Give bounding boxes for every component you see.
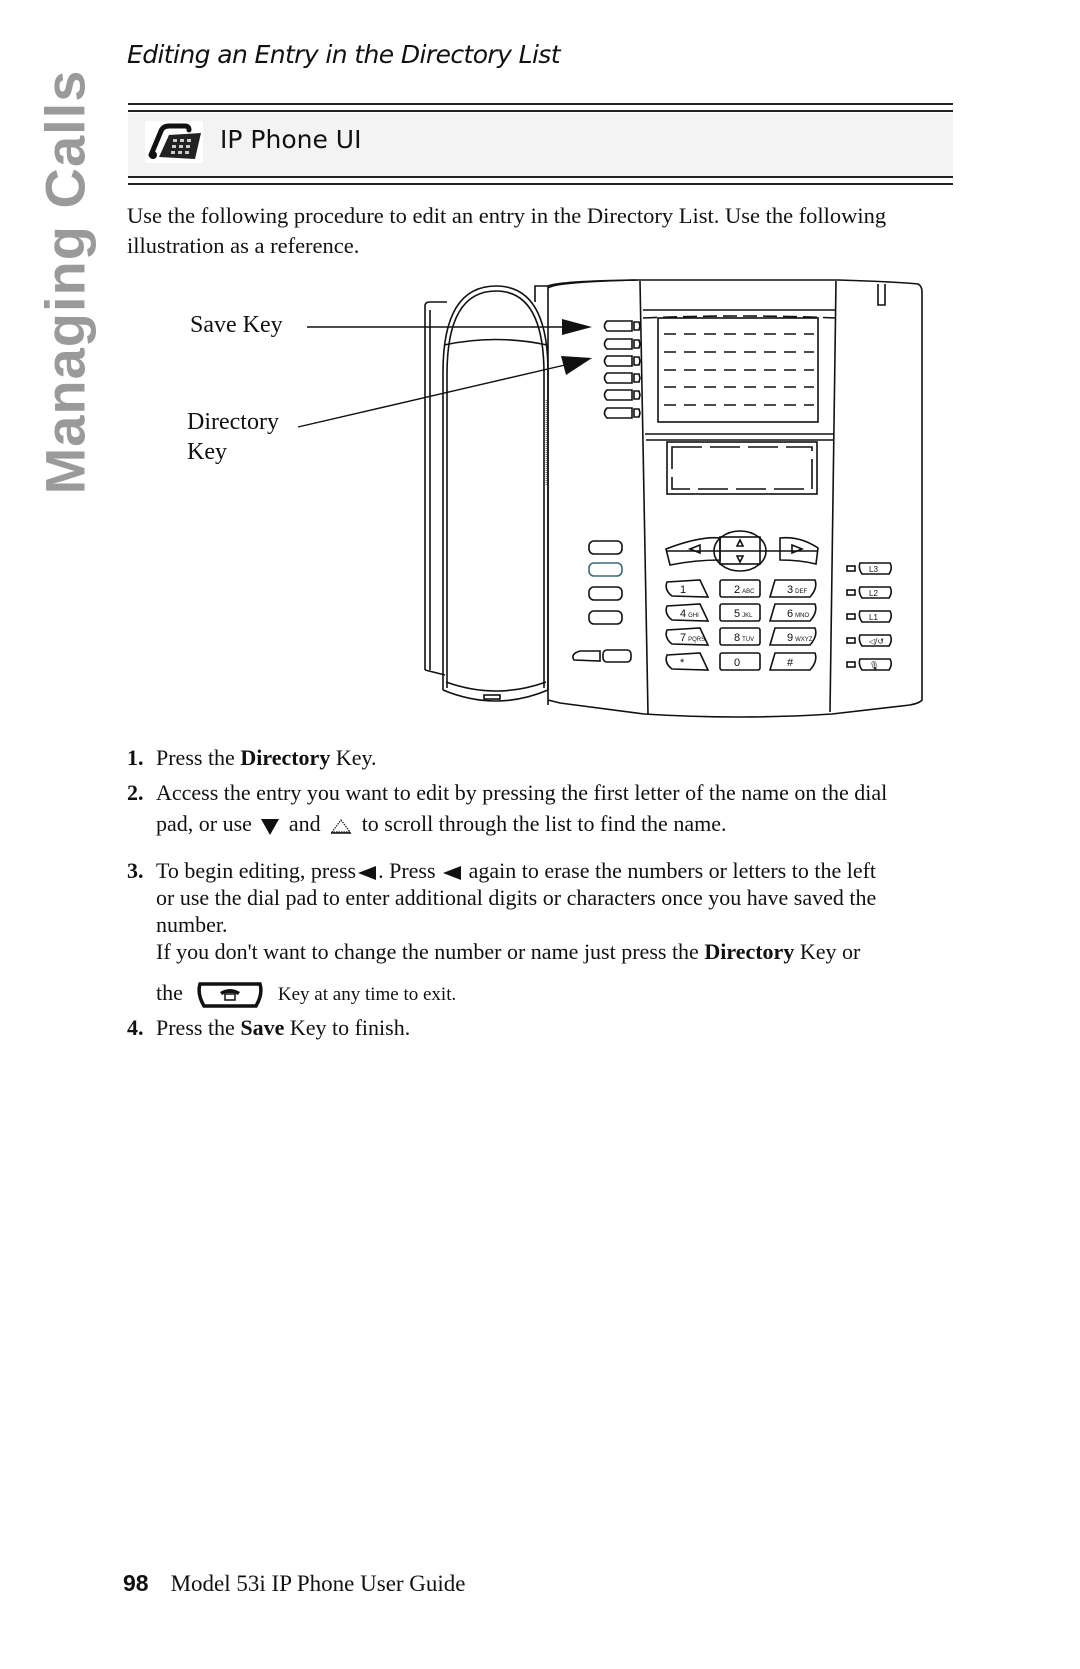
- step-number: 4.: [127, 1015, 144, 1040]
- up-arrow-icon: [330, 818, 352, 834]
- page-footer: 98 Model 53i IP Phone User Guide: [123, 1570, 466, 1597]
- step-text: To begin editing, press. Press again to …: [156, 857, 962, 1010]
- dial-pad-keys: [665, 579, 817, 671]
- line-key-label: L2: [869, 589, 878, 598]
- step-number: 3.: [127, 858, 144, 883]
- directory-key-leader: [297, 364, 566, 428]
- line-key-label: L3: [869, 565, 878, 574]
- step-number: 2.: [127, 780, 144, 805]
- save-key-arrowhead: [562, 319, 592, 335]
- keypad-key-label: 6 MNO: [787, 608, 809, 620]
- keypad-key-label: 9 WXYZ: [787, 632, 813, 644]
- goodbye-key-icon: [197, 982, 264, 1008]
- left-arrow-icon: [358, 865, 377, 880]
- keypad-key-label: 5 JKL: [734, 608, 753, 620]
- guide-title: Model 53i IP Phone User Guide: [170, 1571, 466, 1596]
- function-keys: [572, 540, 632, 663]
- step-text: Press the Save Key to finish.: [156, 1015, 411, 1040]
- step-number: 1.: [127, 745, 144, 770]
- phone-illustration: 1 2 ABC 3 DEF 4 GHI 5 JKL 6 MNO 7 PQRS 8 TUV 9 WXYZ * 0 # L…: [297, 279, 923, 718]
- page-number: 98: [123, 1570, 149, 1596]
- keypad-key-label: 1: [680, 584, 686, 596]
- handset: [442, 285, 549, 690]
- line-key-label: ◁/↺: [869, 637, 884, 646]
- step-text: Access the entry you want to edit by pre…: [156, 780, 888, 836]
- directory-key-arrowhead: [561, 356, 592, 375]
- left-arrow-icon: [443, 865, 462, 880]
- line-key-label: 🎙: [869, 661, 879, 670]
- keypad-key-label: 7 PQRS: [680, 632, 705, 644]
- line-key-label: L1: [869, 613, 878, 622]
- keypad-key-label: 4 GHI: [680, 608, 699, 620]
- keypad-key-label: 8 TUV: [734, 632, 754, 644]
- keypad-key-label: 3 DEF: [787, 584, 807, 596]
- down-arrow-icon: [261, 818, 280, 835]
- keypad-key-label: 0: [734, 657, 740, 669]
- step-text: Press the Directory Key.: [156, 745, 377, 770]
- keypad-key-label: *: [680, 657, 685, 669]
- keypad-key-label: 2 ABC: [734, 584, 755, 596]
- keypad-key-label: #: [787, 657, 794, 669]
- softkeys: [603, 320, 641, 419]
